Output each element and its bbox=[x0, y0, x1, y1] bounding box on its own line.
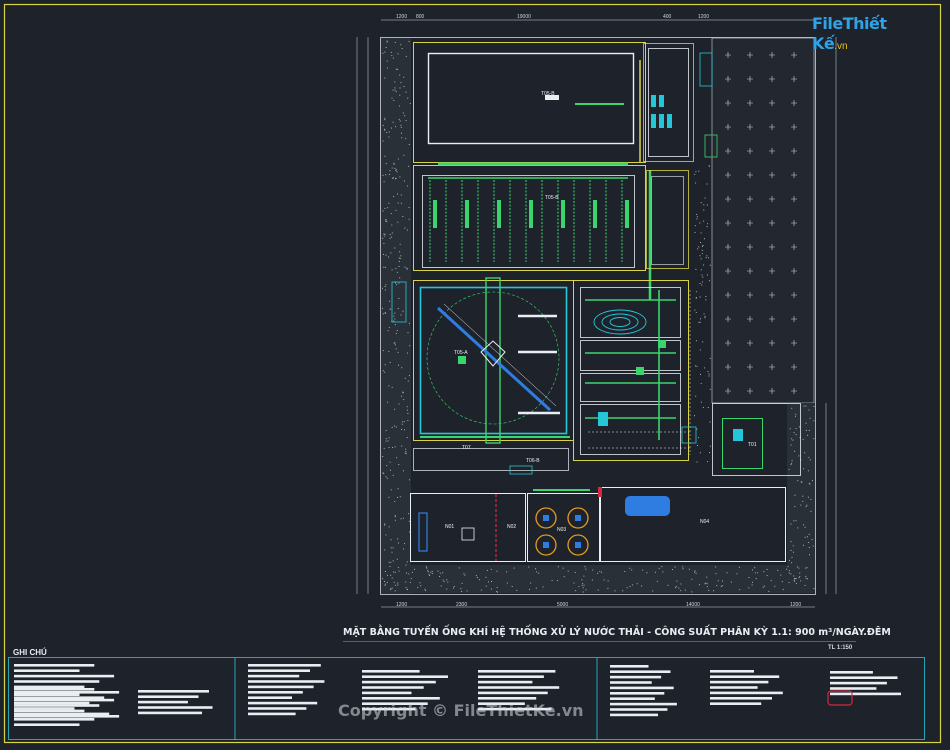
note-line bbox=[830, 692, 901, 696]
note-line bbox=[248, 712, 296, 716]
note-line bbox=[362, 691, 412, 695]
note-line bbox=[830, 681, 887, 685]
note-line bbox=[14, 693, 80, 696]
note-line bbox=[248, 664, 321, 667]
note-line bbox=[248, 701, 318, 705]
note-line bbox=[138, 690, 209, 693]
note-line bbox=[14, 715, 120, 718]
note-line bbox=[14, 712, 110, 716]
note-line bbox=[478, 686, 560, 689]
note-line bbox=[14, 685, 85, 689]
note-line bbox=[362, 686, 424, 689]
note-line bbox=[610, 670, 671, 673]
note-line bbox=[248, 685, 314, 689]
note-line bbox=[14, 688, 95, 691]
note-line bbox=[14, 718, 95, 721]
note-line bbox=[14, 691, 120, 694]
note-line bbox=[138, 700, 188, 704]
note-line bbox=[830, 687, 877, 690]
note-line bbox=[610, 686, 674, 690]
note-line bbox=[478, 670, 556, 673]
note-line bbox=[362, 675, 448, 678]
note-line bbox=[610, 681, 652, 684]
watermark: Copyright © FileThietKe.vn bbox=[338, 701, 584, 720]
note-line bbox=[138, 695, 199, 698]
note-line bbox=[710, 680, 769, 684]
note-line bbox=[478, 697, 537, 700]
note-line bbox=[710, 686, 758, 689]
note-line bbox=[248, 669, 310, 672]
note-line bbox=[14, 704, 100, 707]
note-line bbox=[14, 723, 80, 726]
note-line bbox=[710, 670, 754, 673]
cad-drawing-canvas: FileThiết Kế.vn T05-B T05-B T05-A T07 T0… bbox=[0, 0, 950, 750]
note-line bbox=[14, 680, 100, 683]
note-line bbox=[362, 680, 436, 684]
note-line bbox=[710, 702, 762, 705]
note-line bbox=[710, 675, 780, 678]
note-line bbox=[478, 691, 548, 695]
note-line bbox=[710, 697, 772, 700]
note-line bbox=[610, 665, 649, 668]
note-line bbox=[138, 711, 202, 715]
note-line bbox=[478, 680, 533, 684]
note-line bbox=[138, 706, 213, 709]
note-line bbox=[478, 675, 544, 678]
note-line bbox=[248, 674, 300, 678]
note-line bbox=[14, 674, 115, 678]
note-line bbox=[830, 671, 873, 674]
notes-text-blocks bbox=[14, 664, 901, 726]
note-line bbox=[610, 713, 658, 717]
note-line bbox=[610, 675, 662, 679]
note-line bbox=[248, 680, 325, 683]
note-line bbox=[248, 696, 292, 699]
note-line bbox=[14, 709, 85, 713]
note-line bbox=[610, 708, 668, 711]
note-line bbox=[610, 692, 665, 695]
note-line bbox=[610, 702, 677, 706]
note-line bbox=[14, 669, 80, 672]
note-line bbox=[14, 698, 115, 702]
note-line bbox=[14, 701, 90, 705]
note-line bbox=[710, 691, 783, 695]
note-line bbox=[830, 676, 898, 679]
note-line bbox=[362, 670, 420, 673]
note-line bbox=[362, 697, 440, 700]
note-line bbox=[610, 697, 655, 700]
note-line bbox=[248, 707, 307, 710]
note-line bbox=[14, 696, 105, 699]
note-line bbox=[14, 664, 95, 667]
note-line bbox=[248, 691, 303, 694]
note-line bbox=[14, 707, 75, 710]
